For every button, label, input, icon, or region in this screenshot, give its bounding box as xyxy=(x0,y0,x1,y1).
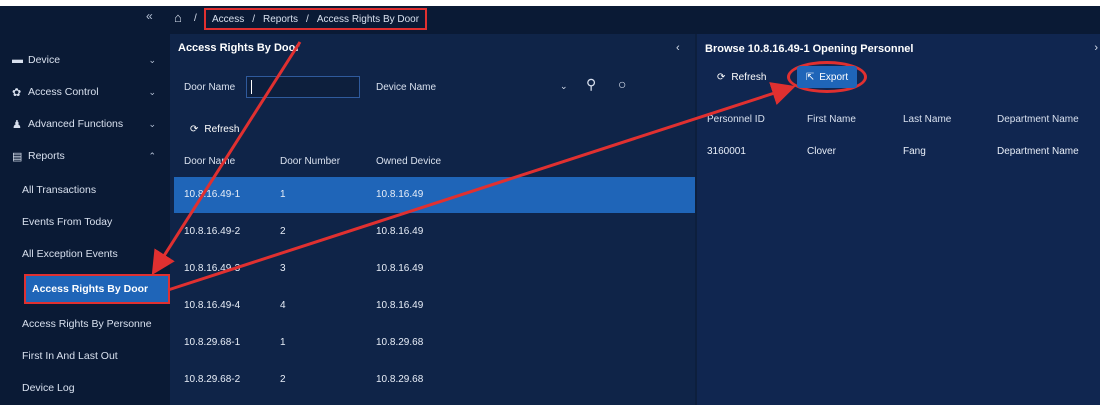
door-name-input[interactable] xyxy=(246,76,360,98)
export-icon: ⇱ xyxy=(805,71,815,83)
sidebar-item-label: Advanced Functions xyxy=(28,118,124,130)
sidebar: « ▬ Device ⌄ ✿ Access Control ⌄ ♟ Advanc… xyxy=(0,6,170,405)
chevron-down-icon: ⌄ xyxy=(148,54,156,65)
panel-title: Browse 10.8.16.49-1 Opening Personnel xyxy=(705,43,914,55)
table-row[interactable]: 10.8.16.49-3 3 10.8.16.49 xyxy=(174,251,695,287)
breadcrumb-item-access[interactable]: Access xyxy=(212,14,244,25)
sidebar-item-reports[interactable]: ▤ Reports ⌃ xyxy=(0,140,170,172)
cell-door-name: 10.8.16.49-1 xyxy=(184,189,241,200)
table-row[interactable]: 10.8.16.49-1 1 10.8.16.49 xyxy=(174,177,695,213)
chevron-left-icon[interactable]: ‹ xyxy=(676,42,680,54)
cell-door-name: 10.8.16.49-3 xyxy=(184,263,241,274)
column-header-department-name[interactable]: Department Name xyxy=(997,114,1079,125)
cell-owned-device: 10.8.16.49 xyxy=(376,226,424,237)
device-name-select[interactable] xyxy=(438,76,550,98)
sidebar-item-label: Access Control xyxy=(28,86,99,98)
export-label: Export xyxy=(819,71,849,83)
refresh-button[interactable]: ⟳ Refresh xyxy=(190,124,239,135)
cell-department-name: Department Name xyxy=(997,146,1079,157)
table-row[interactable]: 10.8.16.49-4 4 10.8.16.49 xyxy=(174,288,695,324)
search-icon[interactable]: ⚲ xyxy=(586,76,596,93)
cell-door-name: 10.8.16.49-4 xyxy=(184,300,241,311)
reset-icon[interactable]: ○ xyxy=(618,76,626,92)
cell-door-number: 2 xyxy=(280,374,286,385)
device-name-label: Device Name xyxy=(376,82,437,93)
sidebar-item-label: Device xyxy=(28,54,61,66)
double-chevron-left-icon[interactable]: « xyxy=(146,9,153,23)
sidebar-subitem-access-rights-by-door[interactable]: Access Rights By Door xyxy=(24,274,170,304)
sidebar-subitem-events-from-today[interactable]: Events From Today xyxy=(0,206,170,238)
column-header-owned-device[interactable]: Owned Device xyxy=(376,156,441,167)
opening-personnel-panel: Browse 10.8.16.49-1 Opening Personnel › … xyxy=(697,34,1100,405)
breadcrumb: Access / Reports / Access Rights By Door xyxy=(204,8,428,30)
cell-door-number: 1 xyxy=(280,189,286,200)
cell-door-number: 3 xyxy=(280,263,286,274)
chevron-down-icon: ⌄ xyxy=(148,86,156,97)
breadcrumb-separator: / xyxy=(306,13,309,25)
cell-owned-device: 10.8.16.49 xyxy=(376,300,424,311)
door-list-panel: Access Rights By Door ‹ Door Name Device… xyxy=(170,34,695,405)
cell-owned-device: 10.8.16.49 xyxy=(376,263,424,274)
sidebar-item-device[interactable]: ▬ Device ⌄ xyxy=(0,44,170,76)
cell-door-number: 1 xyxy=(280,337,286,348)
refresh-label: Refresh xyxy=(731,72,767,83)
cell-door-name: 10.8.29.68-2 xyxy=(184,374,241,385)
sidebar-subitem-first-in-last-out[interactable]: First In And Last Out xyxy=(0,340,170,372)
chevron-up-icon: ⌃ xyxy=(148,150,156,161)
column-header-first-name[interactable]: First Name xyxy=(807,114,856,125)
sidebar-item-label: Reports xyxy=(28,150,65,162)
home-icon[interactable]: ⌂ xyxy=(174,10,182,25)
breadcrumb-bar: ⌂ / Access / Reports / Access Rights By … xyxy=(170,6,1100,34)
sidebar-subitem-all-exception-events[interactable]: All Exception Events xyxy=(0,238,170,270)
breadcrumb-item-reports[interactable]: Reports xyxy=(263,14,298,25)
chevron-down-icon: ⌄ xyxy=(148,118,156,129)
breadcrumb-item-current: Access Rights By Door xyxy=(316,13,420,25)
cell-door-name: 10.8.29.68-1 xyxy=(184,337,241,348)
cell-owned-device: 10.8.29.68 xyxy=(376,374,424,385)
table-row[interactable]: 10.8.29.68-1 1 10.8.29.68 xyxy=(174,325,695,361)
cell-door-number: 4 xyxy=(280,300,286,311)
sidebar-subitem-all-transactions[interactable]: All Transactions xyxy=(0,174,170,206)
cell-owned-device: 10.8.16.49 xyxy=(376,189,424,200)
cell-personnel-id: 3160001 xyxy=(707,146,746,157)
table-row[interactable]: 10.8.29.68-2 2 10.8.29.68 xyxy=(174,362,695,398)
cell-door-number: 2 xyxy=(280,226,286,237)
cell-owned-device: 10.8.29.68 xyxy=(376,337,424,348)
text-caret xyxy=(251,80,252,94)
sidebar-subitem-access-rights-by-personnel[interactable]: Access Rights By Personne xyxy=(0,308,170,340)
export-button[interactable]: ⇱ Export xyxy=(797,66,857,88)
table-row[interactable]: 10.8.16.49-2 2 10.8.16.49 xyxy=(174,214,695,250)
sidebar-item-advanced-functions[interactable]: ♟ Advanced Functions ⌄ xyxy=(0,108,170,140)
page-title: Access Rights By Door xyxy=(178,42,300,54)
door-name-label: Door Name xyxy=(184,82,236,93)
cell-first-name: Clover xyxy=(807,146,836,157)
sidebar-subitem-device-log[interactable]: Device Log xyxy=(0,372,170,404)
refresh-icon: ⟳ xyxy=(717,72,726,83)
cell-door-name: 10.8.16.49-2 xyxy=(184,226,241,237)
cell-last-name: Fang xyxy=(903,146,926,157)
column-header-last-name[interactable]: Last Name xyxy=(903,114,951,125)
device-icon: ▬ xyxy=(12,54,23,66)
report-icon: ▤ xyxy=(12,150,23,163)
gear-icon: ✿ xyxy=(12,86,22,99)
column-header-personnel-id[interactable]: Personnel ID xyxy=(707,114,765,125)
app-window: « ▬ Device ⌄ ✿ Access Control ⌄ ♟ Advanc… xyxy=(0,6,1100,405)
personnel-refresh-button[interactable]: ⟳ Refresh xyxy=(717,72,766,83)
breadcrumb-separator: / xyxy=(252,13,256,25)
refresh-label: Refresh xyxy=(204,124,240,135)
refresh-icon: ⟳ xyxy=(190,124,199,135)
breadcrumb-separator: / xyxy=(194,13,197,24)
column-header-door-name[interactable]: Door Name xyxy=(184,156,235,167)
chevron-right-icon[interactable]: › xyxy=(1094,42,1098,54)
person-icon: ♟ xyxy=(12,118,22,131)
sidebar-item-access-control[interactable]: ✿ Access Control ⌄ xyxy=(0,76,170,108)
column-header-door-number[interactable]: Door Number xyxy=(280,156,340,167)
chevron-down-icon[interactable]: ⌄ xyxy=(560,81,568,92)
